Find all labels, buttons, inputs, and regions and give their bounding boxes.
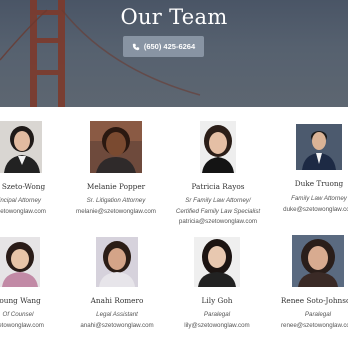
hero-banner: Our Team (650) 425-6264 xyxy=(0,0,348,107)
call-button[interactable]: (650) 425-6264 xyxy=(123,36,204,57)
team-photo xyxy=(96,237,138,287)
member-email[interactable]: melanie@szetowonglaw.com xyxy=(76,207,156,218)
page-title: Our Team xyxy=(120,5,228,29)
member-title-2: Certified Family Law Specialist xyxy=(175,207,261,215)
member-title: Legal Assistant xyxy=(96,311,138,318)
member-title: Paralegal xyxy=(203,311,231,318)
member-email[interactable]: anahi@szetowonglaw.com xyxy=(80,321,153,332)
member-email[interactable]: szetowonglaw.com xyxy=(0,321,44,332)
team-photo xyxy=(296,124,342,170)
team-photo xyxy=(200,121,236,173)
member-info: Paralegal lily@szetowonglaw.com xyxy=(184,310,249,331)
member-info: incipal Attorney szetowonglaw.com xyxy=(0,196,46,217)
member-email[interactable]: renee@szetowonglaw.com xyxy=(281,321,348,332)
team-photo xyxy=(0,237,40,287)
member-title: Of Counsel xyxy=(2,311,34,318)
member-title: Sr. Litigation Attorney xyxy=(86,197,146,204)
team-photo xyxy=(194,237,240,287)
member-title: incipal Attorney xyxy=(0,197,42,204)
member-email[interactable]: szetowonglaw.com xyxy=(0,207,46,218)
member-title: Paralegal xyxy=(304,311,332,318)
member-info: Sr. Litigation Attorney melanie@szetowon… xyxy=(76,196,156,217)
team-photo xyxy=(0,121,42,173)
member-title: Family Law Attorney xyxy=(291,195,347,202)
member-info: Of Counsel szetowonglaw.com xyxy=(0,310,44,331)
member-email[interactable]: patricia@szetowonglaw.com xyxy=(176,217,260,228)
phone-icon xyxy=(132,43,140,50)
member-name: Patricia Rayos xyxy=(191,182,245,191)
member-name: u Szeto-Wong xyxy=(0,182,46,191)
phone-number: (650) 425-6264 xyxy=(143,42,196,51)
member-info: Paralegal renee@szetowonglaw.com xyxy=(281,310,348,331)
member-title: Sr Family Law Attorney/ xyxy=(185,197,251,204)
member-name: Melanie Popper xyxy=(86,182,146,191)
team-photo xyxy=(292,235,344,287)
member-name: Renee Soto-Johnson xyxy=(280,296,348,305)
member-name: Lily Goh xyxy=(201,296,233,305)
member-email[interactable]: lily@szetowonglaw.com xyxy=(184,321,249,332)
member-name: young Wang xyxy=(0,296,41,305)
member-name: Anahi Romero xyxy=(90,296,144,305)
team-photo xyxy=(90,121,142,173)
member-info: Family Law Attorney duke@szetowonglaw.co… xyxy=(283,194,348,215)
member-info: Sr Family Law Attorney/ Certified Family… xyxy=(176,196,260,228)
member-name: Duke Truong xyxy=(294,179,344,188)
member-info: Legal Assistant anahi@szetowonglaw.com xyxy=(80,310,153,331)
member-email[interactable]: duke@szetowonglaw.com xyxy=(283,205,348,216)
